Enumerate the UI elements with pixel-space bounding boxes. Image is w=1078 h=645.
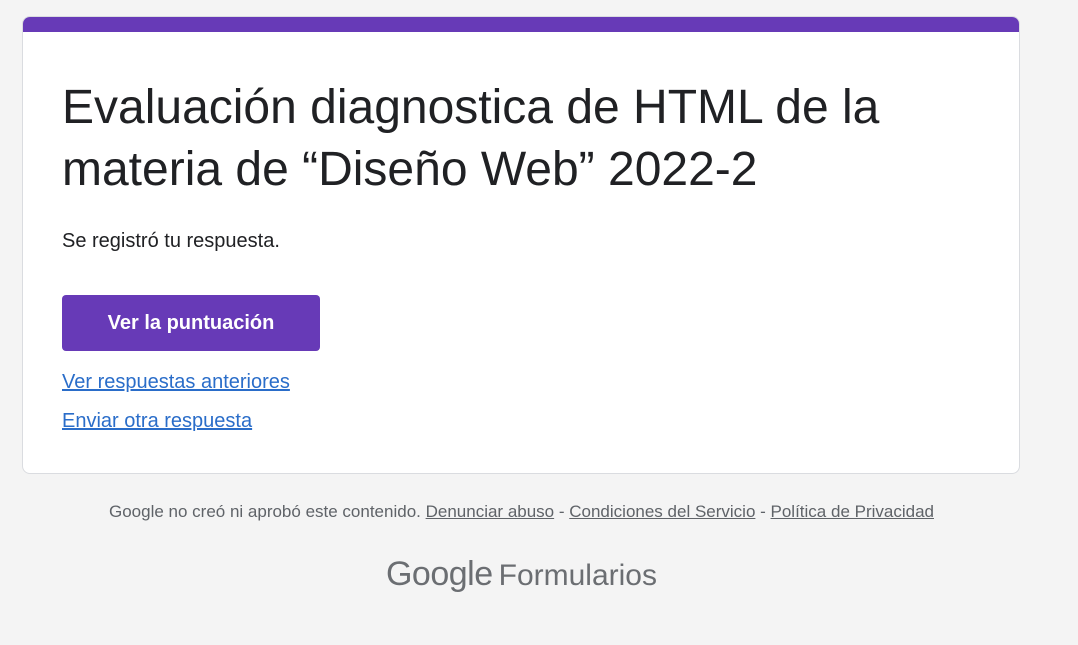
brand-company: Google bbox=[385, 555, 493, 593]
terms-of-service-link[interactable]: Condiciones del Servicio bbox=[569, 502, 755, 521]
submit-another-response-link[interactable]: Enviar otra respuesta bbox=[62, 408, 252, 434]
google-forms-logo[interactable]: Google Formularios bbox=[0, 555, 1043, 594]
confirmation-message: Se registró tu respuesta. bbox=[62, 230, 280, 252]
report-abuse-link[interactable]: Denunciar abuso bbox=[426, 502, 555, 521]
card-accent-bar bbox=[23, 17, 1019, 32]
brand-product: Formularios bbox=[498, 559, 657, 592]
footer-separator: - bbox=[554, 502, 570, 521]
form-title: Evaluación diagnostica de HTML de la mat… bbox=[62, 81, 880, 196]
privacy-policy-link[interactable]: Política de Privacidad bbox=[771, 502, 934, 521]
view-previous-responses-link[interactable]: Ver respuestas anteriores bbox=[62, 369, 290, 395]
form-card: Evaluación diagnostica de HTML de la mat… bbox=[22, 16, 1020, 474]
footer-disclaimer: Google no creó ni aprobó este contenido. bbox=[108, 502, 421, 521]
footer-separator: - bbox=[755, 502, 771, 521]
footer-disclaimer-line: Google no creó ni aprobó este contenido.… bbox=[0, 500, 1043, 524]
view-score-button[interactable]: Ver la puntuación bbox=[62, 295, 320, 351]
